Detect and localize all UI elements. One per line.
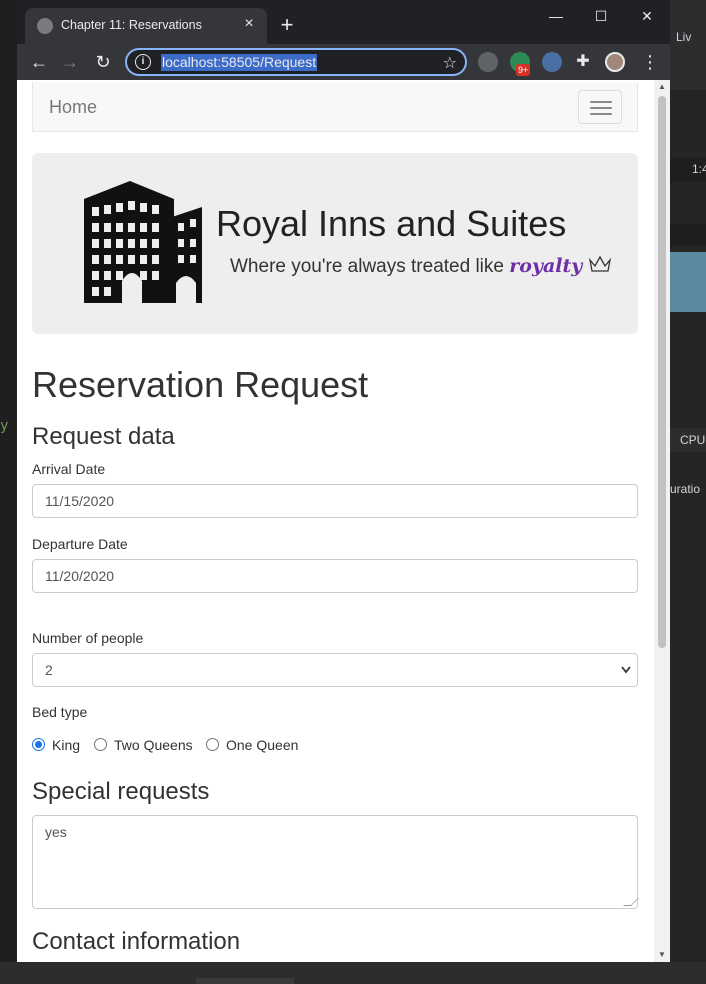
- forward-arrow-icon[interactable]: →: [58, 50, 82, 74]
- reload-icon[interactable]: ↻: [91, 50, 115, 74]
- navbar-toggle-button[interactable]: [578, 90, 622, 124]
- scroll-up-icon[interactable]: ▲: [654, 80, 670, 94]
- tab-title: Chapter 11: Reservations: [61, 18, 202, 32]
- extension-owl-icon[interactable]: [478, 52, 498, 72]
- page-viewport: Home Royal Inns and Suites Where you're …: [17, 80, 670, 962]
- logo-tagline: Where you're always treated like royalty: [230, 254, 612, 278]
- address-url[interactable]: localhost:58505/Request: [161, 54, 318, 71]
- hamburger-bar: [590, 101, 612, 103]
- browser-tab[interactable]: Chapter 11: Reservations ×: [25, 8, 267, 44]
- contact-information-heading: Contact information: [32, 928, 241, 955]
- hamburger-bar: [590, 107, 612, 109]
- departure-date-input[interactable]: 11/20/2020: [32, 559, 638, 593]
- hotel-building-icon: [84, 181, 202, 303]
- new-tab-icon[interactable]: +: [275, 14, 299, 38]
- browser-menu-icon[interactable]: ⋮: [641, 52, 659, 72]
- radio-dot[interactable]: [32, 738, 45, 751]
- bed-type-king-label[interactable]: King: [52, 736, 80, 754]
- arrival-date-input[interactable]: 11/15/2020: [32, 484, 638, 518]
- resize-grip-icon[interactable]: [623, 898, 639, 906]
- ide-bottom-tab[interactable]: [196, 978, 294, 984]
- special-requests-textarea[interactable]: yes: [32, 815, 639, 909]
- ide-left-text: y: [0, 418, 9, 434]
- page-scrollbar[interactable]: ▲ ▼: [654, 80, 670, 962]
- nav-home-link[interactable]: Home: [49, 97, 97, 118]
- extensions-puzzle-icon[interactable]: ✚: [573, 52, 593, 72]
- ide-cpu-label[interactable]: CPU: [680, 433, 705, 447]
- departure-date-label: Departure Date: [32, 536, 128, 552]
- crown-icon: [588, 255, 611, 272]
- profile-avatar[interactable]: [605, 52, 625, 72]
- bookmark-star-icon[interactable]: ☆: [443, 53, 457, 73]
- radio-dot[interactable]: [94, 738, 107, 751]
- back-arrow-icon[interactable]: ←: [27, 50, 51, 74]
- bed-type-one-queen-label[interactable]: One Queen: [226, 736, 298, 754]
- site-navbar: Home: [32, 82, 638, 132]
- request-data-heading: Request data: [32, 423, 175, 450]
- bed-type-radio-group: King Two Queens One Queen: [32, 736, 638, 756]
- page-title: Reservation Request: [32, 364, 369, 405]
- browser-window: Chapter 11: Reservations × + — ☐ ✕ ← → ↻…: [17, 0, 670, 962]
- browser-toolbar: ← → ↻ i localhost:58505/Request ☆ 9+ ✚ ⋮: [17, 44, 670, 80]
- extension-shield-icon[interactable]: [542, 52, 562, 72]
- people-count-label: Number of people: [32, 630, 144, 646]
- ide-right-panel: Liv 1:4 CPU uratio: [670, 0, 706, 984]
- maximize-icon[interactable]: ☐: [586, 6, 616, 26]
- special-requests-value: yes: [45, 824, 67, 840]
- address-bar[interactable]: i localhost:58505/Request ☆: [125, 48, 467, 76]
- bed-type-label: Bed type: [32, 704, 88, 720]
- bed-type-two-queens-label[interactable]: Two Queens: [114, 736, 193, 754]
- window-close-icon[interactable]: ✕: [632, 6, 662, 26]
- radio-dot[interactable]: [206, 738, 219, 751]
- people-count-value: 2: [45, 662, 53, 678]
- people-count-select[interactable]: 2: [32, 653, 638, 687]
- logo-tagline-accent: royalty: [509, 255, 583, 277]
- site-info-icon[interactable]: i: [135, 54, 151, 70]
- minimize-icon[interactable]: —: [541, 6, 571, 26]
- scrollbar-thumb[interactable]: [658, 96, 666, 648]
- ide-timer-label: 1:4: [692, 162, 706, 176]
- special-requests-heading: Special requests: [32, 778, 210, 805]
- extension-badge: 9+: [516, 64, 531, 76]
- ide-live-share-label[interactable]: Liv: [676, 30, 691, 44]
- chevron-down-icon: [621, 666, 631, 674]
- ide-duration-label: uratio: [670, 482, 701, 496]
- browser-titlebar: Chapter 11: Reservations × + — ☐ ✕: [17, 0, 670, 44]
- tab-close-icon[interactable]: ×: [239, 14, 259, 34]
- logo-title: Royal Inns and Suites: [216, 203, 567, 244]
- logo-tagline-text: Where you're always treated like: [230, 256, 504, 277]
- scroll-down-icon[interactable]: ▼: [654, 948, 670, 962]
- arrival-date-label: Arrival Date: [32, 461, 106, 477]
- hero-banner: Royal Inns and Suites Where you're alway…: [32, 153, 638, 334]
- globe-icon: [37, 18, 53, 34]
- hamburger-bar: [590, 113, 612, 115]
- ide-bottom-strip: [0, 962, 706, 984]
